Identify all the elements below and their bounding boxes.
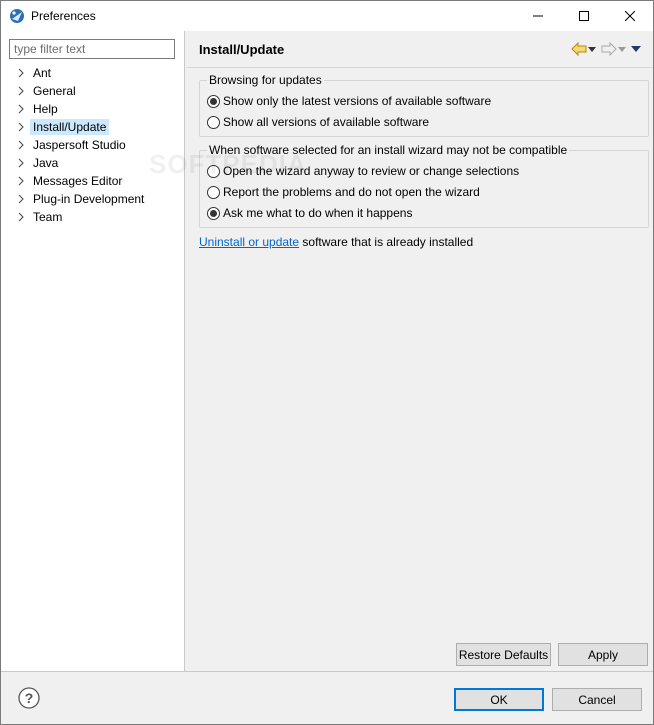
title-separator bbox=[186, 67, 653, 68]
maximize-button[interactable] bbox=[561, 1, 607, 31]
uninstall-line: Uninstall or update software that is alr… bbox=[199, 235, 473, 249]
radio-all-versions[interactable]: Show all versions of available software bbox=[207, 113, 429, 131]
tree-item-jaspersoft-studio[interactable]: Jaspersoft Studio bbox=[1, 136, 185, 154]
radio-label: Open the wizard anyway to review or chan… bbox=[223, 164, 520, 178]
minimize-icon bbox=[533, 15, 543, 17]
tree-item-label: Install/Update bbox=[30, 119, 110, 135]
tree-item-label: General bbox=[33, 84, 76, 98]
tree-item-label: Messages Editor bbox=[33, 174, 123, 188]
forward-button[interactable] bbox=[601, 41, 617, 57]
chevron-right-icon[interactable] bbox=[16, 176, 26, 186]
radio-label: Show only the latest versions of availab… bbox=[223, 94, 492, 108]
browsing-updates-group: Browsing for updates Show only the lates… bbox=[199, 73, 649, 137]
window-title: Preferences bbox=[31, 9, 96, 23]
tree-item-label: Help bbox=[33, 102, 58, 116]
uninstall-line-suffix: software that is already installed bbox=[299, 235, 474, 249]
page-nav-toolbar bbox=[571, 41, 645, 57]
tree-item-java[interactable]: Java bbox=[1, 154, 185, 172]
uninstall-update-link[interactable]: Uninstall or update bbox=[199, 235, 299, 249]
chevron-right-icon[interactable] bbox=[16, 158, 26, 168]
radio-label: Ask me what to do when it happens bbox=[223, 206, 413, 220]
forward-dropdown[interactable] bbox=[617, 41, 627, 57]
radio-report-problems[interactable]: Report the problems and do not open the … bbox=[207, 183, 480, 201]
tree-item-install-update[interactable]: Install/Update bbox=[1, 118, 185, 136]
back-button[interactable] bbox=[571, 41, 587, 57]
radio-button[interactable] bbox=[207, 206, 220, 220]
footer-separator bbox=[1, 671, 653, 672]
radio-ask-me[interactable]: Ask me what to do when it happens bbox=[207, 204, 412, 222]
tree-item-label: Java bbox=[33, 156, 59, 170]
apply-button[interactable]: Apply bbox=[558, 643, 648, 666]
chevron-right-icon[interactable] bbox=[16, 140, 26, 150]
preference-page: Install/Update Browsing for updates Show… bbox=[186, 31, 653, 671]
maximize-icon bbox=[579, 11, 589, 21]
close-button[interactable] bbox=[607, 1, 653, 31]
preference-tree-pane: Ant General Help Install/Update Jasperso… bbox=[1, 31, 185, 671]
tree-item-help[interactable]: Help bbox=[1, 100, 185, 118]
chevron-right-icon[interactable] bbox=[16, 104, 26, 114]
tree-item-general[interactable]: General bbox=[1, 82, 185, 100]
restore-defaults-button[interactable]: Restore Defaults bbox=[456, 643, 551, 666]
back-arrow-icon bbox=[571, 42, 587, 56]
close-icon bbox=[625, 11, 635, 21]
chevron-right-icon[interactable] bbox=[16, 212, 26, 222]
group-legend: When software selected for an install wi… bbox=[207, 143, 570, 157]
forward-arrow-icon bbox=[601, 42, 617, 56]
minimize-button[interactable] bbox=[515, 1, 561, 31]
radio-button[interactable] bbox=[207, 185, 220, 199]
filter-input[interactable] bbox=[9, 39, 175, 59]
radio-open-wizard[interactable]: Open the wizard anyway to review or chan… bbox=[207, 162, 519, 180]
radio-button[interactable] bbox=[207, 115, 220, 129]
preferences-window: Preferences Ant General Help bbox=[0, 0, 654, 725]
compatibility-group: When software selected for an install wi… bbox=[199, 143, 649, 228]
ok-button[interactable]: OK bbox=[454, 688, 544, 711]
tree-item-label: Ant bbox=[33, 66, 52, 80]
cancel-button[interactable]: Cancel bbox=[552, 688, 642, 711]
tree-item-team[interactable]: Team bbox=[1, 208, 185, 226]
radio-button[interactable] bbox=[207, 94, 220, 108]
radio-latest-versions[interactable]: Show only the latest versions of availab… bbox=[207, 92, 491, 110]
tree-item-label: Plug-in Development bbox=[33, 192, 145, 206]
radio-button[interactable] bbox=[207, 164, 220, 178]
tree-item-label: Team bbox=[33, 210, 63, 224]
chevron-down-icon bbox=[588, 46, 596, 52]
chevron-down-icon bbox=[618, 46, 626, 52]
preference-tree: Ant General Help Install/Update Jasperso… bbox=[1, 64, 185, 226]
svg-text:?: ? bbox=[25, 690, 34, 706]
back-dropdown[interactable] bbox=[587, 41, 597, 57]
radio-label: Report the problems and do not open the … bbox=[223, 185, 480, 199]
help-icon[interactable]: ? bbox=[18, 687, 40, 709]
chevron-right-icon[interactable] bbox=[16, 194, 26, 204]
group-legend: Browsing for updates bbox=[207, 73, 324, 87]
chevron-right-icon[interactable] bbox=[16, 86, 26, 96]
eclipse-icon bbox=[10, 9, 24, 23]
chevron-right-icon[interactable] bbox=[16, 122, 26, 132]
tree-item-label: Jaspersoft Studio bbox=[33, 138, 126, 152]
tree-item-messages-editor[interactable]: Messages Editor bbox=[1, 172, 185, 190]
tree-item-ant[interactable]: Ant bbox=[1, 64, 185, 82]
view-menu-button[interactable] bbox=[631, 41, 641, 57]
page-title: Install/Update bbox=[199, 42, 285, 57]
radio-label: Show all versions of available software bbox=[223, 115, 430, 129]
tree-item-plug-in-development[interactable]: Plug-in Development bbox=[1, 190, 185, 208]
chevron-right-icon[interactable] bbox=[16, 68, 26, 78]
view-menu-icon bbox=[631, 46, 641, 52]
title-bar[interactable]: Preferences bbox=[1, 1, 653, 31]
